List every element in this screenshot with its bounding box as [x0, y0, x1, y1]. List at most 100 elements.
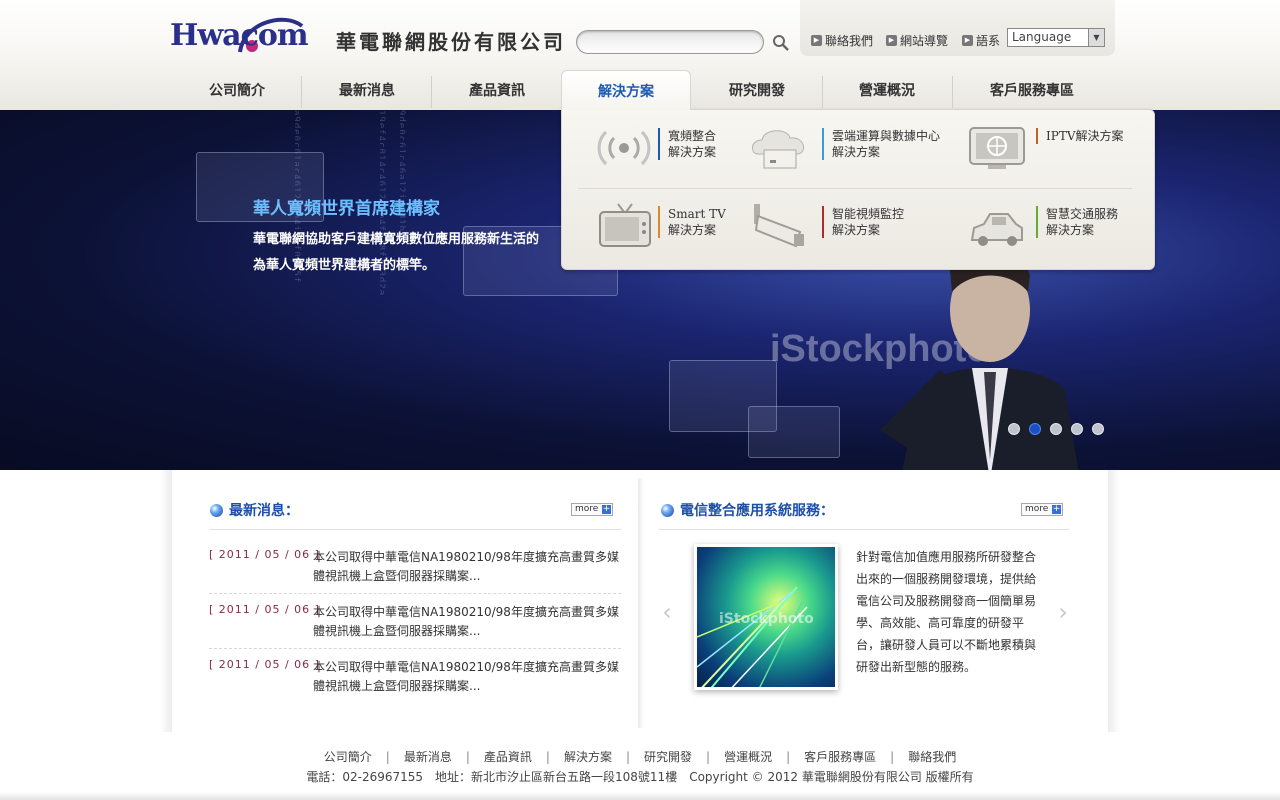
news-section-title: 最新消息：	[210, 500, 299, 520]
footer-info: 電話：02-26967155 地址：新北市汐止區新台五路一段108號11樓 Co…	[306, 770, 974, 784]
wifi-signal-icon	[597, 130, 651, 166]
footer-link-solutions[interactable]: 解決方案	[550, 750, 626, 764]
next-arrow-icon[interactable]: ›	[1053, 598, 1073, 628]
nav-item-products[interactable]: 產品資訊	[432, 70, 562, 110]
panel-shadow	[160, 470, 172, 732]
service-more-button[interactable]: more +	[1021, 503, 1063, 516]
footer-link-operations[interactable]: 營運概況	[710, 750, 786, 764]
more-label: more	[575, 504, 599, 514]
news-text: 本公司取得中華電信NA1980210/98年度擴充高畫質多媒體視訊機上盒暨伺服器…	[313, 660, 619, 693]
glass-panel-decoration	[748, 406, 840, 458]
banner-text-line-2: 為華人寬頻世界建構者的標竿。	[253, 258, 436, 273]
contact-us-link[interactable]: ▶ 聯絡我們	[811, 32, 873, 49]
sitemap-label: 網站導覽	[900, 34, 949, 48]
slide-indicator	[1008, 423, 1104, 435]
column-divider	[638, 478, 644, 728]
solution-label: 寬頻整合 解決方案	[658, 128, 716, 160]
language-select-value: Language	[1012, 30, 1072, 44]
nav-item-operations[interactable]: 營運概況	[822, 70, 952, 110]
nav-item-customer-service[interactable]: 客戶服務專區	[962, 70, 1102, 110]
company-name: 華電聯網股份有限公司	[336, 30, 566, 54]
more-label: more	[1025, 504, 1049, 514]
plus-icon: +	[602, 504, 611, 514]
solution-label: 智慧交通服務 解決方案	[1036, 206, 1118, 238]
news-item[interactable]: [ 2011 / 05 / 06 ] 本公司取得中華電信NA1980210/98…	[209, 658, 621, 710]
solution-smart-transport[interactable]: 智慧交通服務 解決方案	[966, 202, 1146, 258]
footer-link-contact[interactable]: 聯絡我們	[894, 750, 970, 764]
news-more-button[interactable]: more +	[571, 503, 613, 516]
cloud-server-icon	[752, 130, 805, 169]
nav-item-solutions[interactable]: 解決方案	[561, 70, 691, 110]
section-rule	[209, 529, 621, 530]
solution-label: 智能視頻監控 解決方案	[822, 206, 904, 238]
prev-arrow-icon[interactable]: ‹	[657, 598, 677, 628]
section-rule	[659, 529, 1069, 530]
cctv-camera-icon	[754, 204, 804, 248]
nav-item-news[interactable]: 最新消息	[302, 70, 432, 110]
code-stream-decoration: 9de0c61c46a12ic4d1b	[400, 110, 406, 232]
slide-dot-4[interactable]	[1071, 423, 1083, 435]
arrow-right-icon: ▶	[811, 35, 822, 46]
sitemap-link[interactable]: ▶ 網站導覽	[886, 32, 948, 49]
language-link-label: 語系	[976, 34, 1001, 48]
slide-dot-2[interactable]	[1029, 423, 1041, 435]
footer-link-products[interactable]: 產品資訊	[470, 750, 546, 764]
fiber-optic-image[interactable]: iStockphoto	[694, 544, 838, 690]
solution-cloud-datacenter[interactable]: 雲端運算與數據中心 解決方案	[748, 124, 958, 180]
news-text: 本公司取得中華電信NA1980210/98年度擴充高畫質多媒體視訊機上盒暨伺服器…	[313, 550, 619, 583]
service-title-label: 電信整合應用系統服務：	[680, 503, 834, 519]
tv-icon	[599, 203, 651, 247]
footer-link-rnd[interactable]: 研究開發	[630, 750, 706, 764]
news-divider	[209, 648, 621, 649]
car-icon	[970, 213, 1023, 246]
nav-divider	[952, 76, 953, 108]
solution-label: 雲端運算與數據中心 解決方案	[822, 128, 940, 160]
footer-link-about[interactable]: 公司簡介	[310, 750, 386, 764]
search-icon[interactable]	[772, 34, 790, 52]
news-text: 本公司取得中華電信NA1980210/98年度擴充高畫質多媒體視訊機上盒暨伺服器…	[313, 605, 619, 638]
search-input[interactable]	[576, 30, 764, 54]
language-link[interactable]: ▶ 語系	[962, 32, 1000, 49]
banner-title: 華人寬頻世界首席建構家	[253, 199, 440, 219]
code-stream-decoration: 19ef4c014c4612c4b4f 48f1b3d2a	[380, 110, 386, 297]
monitor-globe-icon	[969, 127, 1025, 169]
news-date: [ 2011 / 05 / 06 ]	[209, 548, 320, 561]
image-watermark: iStockphoto	[719, 611, 814, 627]
nav-item-rnd[interactable]: 研究開發	[692, 70, 822, 110]
footer-link-news[interactable]: 最新消息	[390, 750, 466, 764]
service-description: 針對電信加值應用服務所研發整合出來的一個服務開發環境，提供給電信公司及服務開發商…	[856, 550, 1037, 674]
globe-bullet-icon	[661, 503, 674, 517]
slide-dot-3[interactable]	[1050, 423, 1062, 435]
businessman-image	[880, 251, 1079, 470]
company-logo[interactable]: Hwacom	[170, 12, 310, 68]
slide-dot-5[interactable]	[1092, 423, 1104, 435]
solution-smart-tv[interactable]: Smart TV 解決方案	[594, 202, 774, 258]
footer-nav: 公司簡介 | 最新消息 | 產品資訊 | 解決方案 | 研究開發 | 營運概況 | 客戶服務專區 | 聯絡我…	[0, 748, 1280, 765]
news-date: [ 2011 / 05 / 06 ]	[209, 658, 320, 671]
solution-video-surveillance[interactable]: 智能視頻監控 解決方案	[748, 202, 958, 258]
chevron-down-icon: ▼	[1088, 29, 1104, 46]
footer-link-customer-service[interactable]: 客戶服務專區	[790, 750, 890, 764]
logo-text: Hwacom	[170, 18, 309, 53]
solution-iptv[interactable]: IPTV解決方案	[966, 124, 1146, 180]
arrow-right-icon: ▶	[886, 35, 897, 46]
banner-text-line-1: 華電聯網協助客戶建構寬頻數位應用服務新生活的	[253, 232, 540, 247]
nav-item-about[interactable]: 公司簡介	[172, 70, 302, 110]
solutions-dropdown-menu: 寬頻整合 解決方案 雲端運算與數據中心 解決方案 IPTV解決方案 Smart	[561, 109, 1155, 270]
language-select[interactable]: Language ▼	[1007, 28, 1105, 47]
contact-us-label: 聯絡我們	[825, 34, 874, 48]
arrow-right-icon: ▶	[962, 35, 973, 46]
solution-label: Smart TV 解決方案	[658, 206, 726, 238]
service-section-title: 電信整合應用系統服務：	[661, 500, 834, 520]
globe-bullet-icon	[210, 503, 223, 517]
slide-dot-1[interactable]	[1008, 423, 1020, 435]
news-title-label: 最新消息：	[229, 503, 299, 519]
plus-icon: +	[1052, 504, 1061, 514]
news-date: [ 2011 / 05 / 06 ]	[209, 603, 320, 616]
dropdown-divider	[578, 188, 1132, 189]
solution-label: IPTV解決方案	[1036, 128, 1124, 144]
solution-broadband[interactable]: 寬頻整合 解決方案	[594, 124, 774, 180]
news-divider	[209, 593, 621, 594]
footer-bar	[0, 792, 1280, 800]
panel-shadow	[1108, 470, 1120, 732]
